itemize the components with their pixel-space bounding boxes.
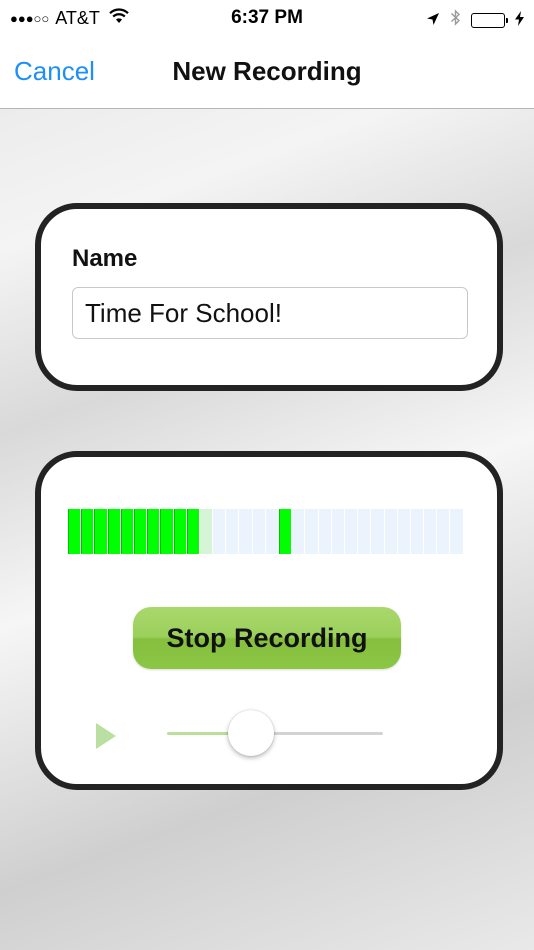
meter-segment xyxy=(160,509,173,554)
charging-bolt-icon xyxy=(515,10,524,31)
level-meter xyxy=(68,509,463,554)
meter-segment xyxy=(68,509,81,554)
status-right xyxy=(426,9,524,31)
name-input[interactable] xyxy=(72,287,468,339)
meter-segment xyxy=(265,509,278,554)
meter-segment xyxy=(331,509,344,554)
meter-segment xyxy=(173,509,186,554)
playback-slider[interactable] xyxy=(167,709,383,759)
meter-segment xyxy=(292,509,305,554)
status-bar: ●●●○○ AT&T 6:37 PM xyxy=(0,0,534,36)
meter-segment xyxy=(107,509,120,554)
meter-segment xyxy=(279,509,292,554)
meter-segment xyxy=(384,509,397,554)
meter-segment xyxy=(147,509,160,554)
stop-recording-button[interactable]: Stop Recording xyxy=(133,607,401,669)
meter-segment xyxy=(305,509,318,554)
meter-segment xyxy=(120,509,133,554)
meter-segment xyxy=(133,509,147,554)
slider-thumb[interactable] xyxy=(228,710,274,756)
name-label: Name xyxy=(72,245,138,272)
location-arrow-icon xyxy=(426,10,440,31)
meter-segment xyxy=(371,509,384,554)
recorder-card: Stop Recording xyxy=(35,451,503,790)
meter-segment xyxy=(318,509,331,554)
meter-segment xyxy=(397,509,410,554)
name-card: Name xyxy=(35,203,503,391)
meter-segment xyxy=(252,509,265,554)
play-icon[interactable] xyxy=(96,723,116,749)
meter-segment xyxy=(213,509,226,554)
meter-segment xyxy=(226,509,239,554)
meter-segment xyxy=(410,509,424,554)
battery-icon xyxy=(471,12,508,28)
bluetooth-icon xyxy=(450,9,461,31)
navigation-bar: Cancel New Recording xyxy=(0,36,534,109)
meter-segment xyxy=(450,509,463,554)
meter-segment xyxy=(437,509,450,554)
meter-segment xyxy=(424,509,437,554)
meter-segment xyxy=(344,509,358,554)
meter-segment xyxy=(94,509,107,554)
page-title: New Recording xyxy=(172,56,362,86)
meter-segment xyxy=(81,509,94,554)
meter-segment xyxy=(186,509,199,554)
meter-segment xyxy=(358,509,371,554)
meter-segment xyxy=(239,509,252,554)
meter-segment xyxy=(199,509,213,554)
